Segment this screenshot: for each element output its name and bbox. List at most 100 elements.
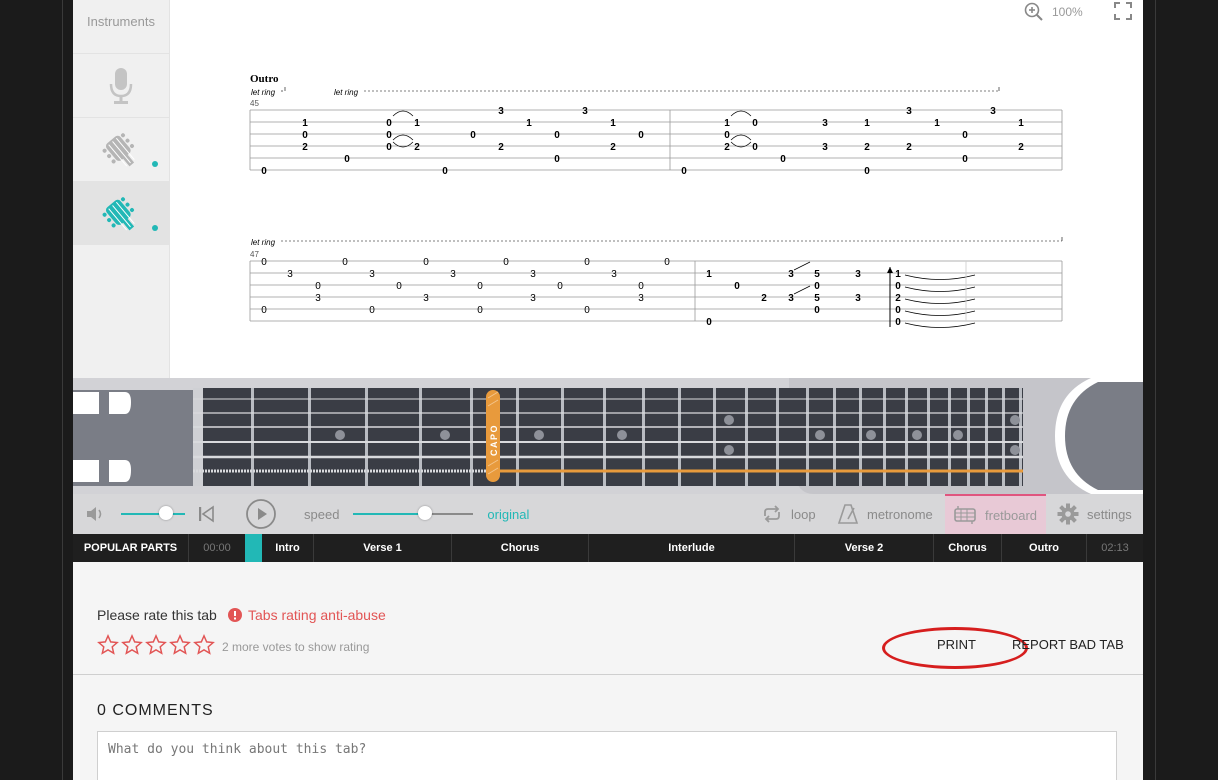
- capo-label: CAPO: [489, 424, 499, 456]
- comment-input[interactable]: [97, 731, 1117, 780]
- popular-parts-title: POPULAR PARTS: [73, 534, 189, 562]
- star-icon[interactable]: [169, 634, 191, 656]
- tab-page: Instruments 100% Outro let ring let ring…: [73, 0, 1143, 780]
- votes-note: 2 more votes to show rating: [222, 640, 370, 654]
- svg-text:3: 3: [530, 293, 536, 304]
- svg-text:0: 0: [814, 305, 820, 316]
- speed-slider-knob[interactable]: [418, 506, 433, 520]
- let-ring-label: let ring: [251, 238, 276, 247]
- star-rating[interactable]: [97, 634, 215, 656]
- let-ring-label: let ring: [251, 88, 276, 97]
- svg-text:3: 3: [287, 269, 293, 280]
- speed-slider-fill: [353, 513, 426, 515]
- svg-text:3: 3: [582, 106, 588, 117]
- part-chorus[interactable]: Chorus: [452, 534, 589, 562]
- svg-text:0: 0: [814, 281, 820, 292]
- svg-text:0: 0: [664, 257, 670, 268]
- svg-text:1: 1: [302, 118, 308, 129]
- guitar-headstock-icon: [102, 196, 135, 230]
- instrument-indicator-dot: [152, 161, 158, 167]
- comments-title: 0 COMMENTS: [97, 702, 214, 719]
- play-button[interactable]: [245, 494, 277, 534]
- svg-text:0: 0: [386, 142, 392, 153]
- svg-text:1: 1: [1018, 118, 1024, 129]
- speed-label: speed: [304, 506, 340, 522]
- svg-text:1: 1: [864, 118, 870, 129]
- part-verse-1[interactable]: Verse 1: [314, 534, 452, 562]
- part-intro[interactable]: Intro: [262, 534, 314, 562]
- instruments-panel: Instruments: [73, 0, 170, 378]
- player-controls: speed original loop metronome fretboard …: [73, 494, 1143, 534]
- svg-text:2: 2: [302, 142, 308, 153]
- svg-text:0: 0: [442, 166, 448, 177]
- let-ring-label: let ring: [334, 88, 359, 97]
- metronome-button[interactable]: metronome: [837, 494, 933, 534]
- speed-slider[interactable]: [353, 506, 474, 520]
- star-icon[interactable]: [145, 634, 167, 656]
- part-interlude[interactable]: Interlude: [589, 534, 795, 562]
- volume-slider[interactable]: [121, 506, 185, 520]
- instrument-guitar-2[interactable]: [73, 181, 169, 245]
- part-outro[interactable]: Outro: [1002, 534, 1087, 562]
- volume-slider-knob[interactable]: [158, 506, 173, 520]
- svg-text:0: 0: [344, 154, 350, 165]
- skip-back-icon: [199, 505, 214, 523]
- settings-button[interactable]: settings: [1057, 494, 1132, 534]
- svg-text:0: 0: [962, 130, 968, 141]
- part-verse-2[interactable]: Verse 2: [795, 534, 934, 562]
- volume-control[interactable]: [85, 494, 185, 534]
- fretboard-icon: [954, 506, 976, 524]
- svg-text:1: 1: [414, 118, 420, 129]
- svg-text:0: 0: [895, 305, 901, 316]
- rate-prompt: Please rate this tab: [97, 607, 217, 623]
- svg-text:3: 3: [990, 106, 996, 117]
- gear-icon: [1057, 503, 1079, 525]
- svg-text:0: 0: [477, 305, 483, 316]
- svg-text:3: 3: [498, 106, 504, 117]
- star-icon[interactable]: [193, 634, 215, 656]
- playback-position: [245, 534, 262, 562]
- tab-sheet: 100% Outro let ring let ring 45 1 0 2 0 …: [170, 0, 1143, 378]
- part-chorus[interactable]: Chorus: [934, 534, 1002, 562]
- svg-text:3: 3: [788, 269, 794, 280]
- frame-line: [62, 0, 63, 780]
- speed-control[interactable]: speed original: [304, 494, 529, 534]
- loop-button[interactable]: loop: [761, 494, 816, 534]
- anti-abuse-link[interactable]: Tabs rating anti-abuse: [228, 607, 386, 623]
- svg-text:0: 0: [681, 166, 687, 177]
- instrument-vocals[interactable]: [73, 53, 169, 117]
- report-bad-tab-button[interactable]: REPORT BAD TAB: [1012, 637, 1124, 652]
- star-icon[interactable]: [121, 634, 143, 656]
- instruments-title: Instruments: [87, 14, 155, 29]
- fretboard: CAPO: [73, 378, 1143, 494]
- svg-text:1: 1: [724, 118, 730, 129]
- bar-number: 47: [250, 250, 259, 259]
- speaker-icon: [87, 507, 102, 521]
- svg-text:0: 0: [557, 281, 563, 292]
- svg-text:0: 0: [584, 257, 590, 268]
- instrument-guitar-1[interactable]: [73, 117, 169, 181]
- svg-text:3: 3: [822, 142, 828, 153]
- svg-text:0: 0: [369, 305, 375, 316]
- svg-text:0: 0: [638, 281, 644, 292]
- svg-text:2: 2: [1018, 142, 1024, 153]
- svg-text:0: 0: [261, 305, 267, 316]
- svg-text:0: 0: [864, 166, 870, 177]
- svg-text:2: 2: [761, 293, 767, 304]
- svg-text:3: 3: [611, 269, 617, 280]
- svg-text:0: 0: [962, 154, 968, 165]
- end-time: 02:13: [1101, 542, 1129, 554]
- svg-text:2: 2: [724, 142, 730, 153]
- svg-text:0: 0: [780, 154, 786, 165]
- svg-text:3: 3: [450, 269, 456, 280]
- fretboard-toggle[interactable]: fretboard: [945, 494, 1046, 534]
- info-icon: [228, 608, 242, 622]
- guitar-headstock-icon: [102, 132, 135, 166]
- settings-label: settings: [1087, 506, 1132, 522]
- svg-text:1: 1: [610, 118, 616, 129]
- anti-abuse-label: Tabs rating anti-abuse: [248, 607, 386, 623]
- star-icon[interactable]: [97, 634, 119, 656]
- previous-button[interactable]: [197, 494, 215, 534]
- svg-text:5: 5: [814, 269, 820, 280]
- tablature: Outro let ring let ring 45 102 00 000 12…: [249, 73, 1063, 328]
